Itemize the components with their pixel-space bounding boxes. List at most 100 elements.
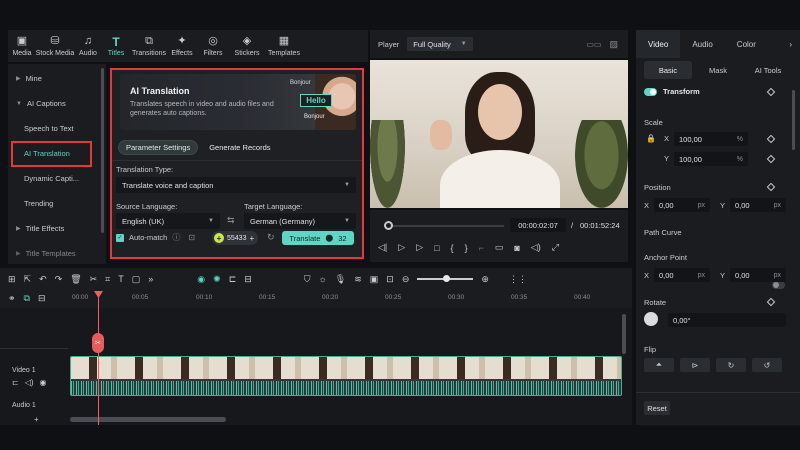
tool-stock-media[interactable]: ⛁ Stock Media bbox=[36, 30, 75, 62]
rotate-dial[interactable] bbox=[644, 312, 658, 326]
keyframe-diamond-icon[interactable] bbox=[766, 154, 776, 164]
keyframe-diamond-icon[interactable] bbox=[766, 134, 776, 144]
zoom-slider-knob[interactable] bbox=[443, 275, 451, 282]
camera-icon[interactable]: ◙ bbox=[514, 243, 519, 253]
tool-media[interactable]: ▣ Media bbox=[8, 30, 36, 62]
subtab-basic[interactable]: Basic bbox=[644, 61, 692, 79]
display-icon[interactable]: ▭ bbox=[495, 242, 504, 253]
swap-languages-icon[interactable]: ⇆ bbox=[227, 215, 235, 226]
automatch-checkbox[interactable]: ✓ bbox=[116, 233, 124, 242]
audio-mix-icon[interactable]: ≋ bbox=[354, 274, 362, 285]
snapshot-icon[interactable]: ▨ bbox=[609, 39, 618, 50]
scale-x-input[interactable]: 100,00% bbox=[674, 132, 748, 146]
quality-select[interactable]: Full Quality ▼ bbox=[407, 37, 473, 51]
layout-icon[interactable]: ⊡ bbox=[386, 274, 394, 285]
tool-audio[interactable]: ♫ Audio bbox=[74, 30, 102, 62]
marker-icon[interactable]: ⊟ bbox=[244, 274, 252, 285]
sidebar-item-mine[interactable]: ▶ Mine bbox=[8, 66, 106, 91]
anchor-y-input[interactable]: 0,00 px bbox=[730, 268, 786, 282]
compare-view-icon[interactable]: ▭▭ bbox=[586, 40, 601, 49]
volume-icon[interactable]: ◁) bbox=[531, 242, 541, 253]
scale-y-input[interactable]: 100,00% bbox=[674, 152, 748, 166]
add-track-icon[interactable]: + bbox=[34, 415, 39, 424]
fullscreen-icon[interactable]: ⤢ bbox=[552, 242, 559, 253]
rotate-input[interactable]: 0,00° bbox=[668, 313, 786, 327]
more-tabs-icon[interactable]: › bbox=[789, 40, 800, 49]
tab-audio[interactable]: Audio bbox=[680, 30, 724, 58]
track-manage-icon[interactable]: ⊟ bbox=[38, 293, 46, 304]
tool-effects[interactable]: ✦ Effects bbox=[168, 30, 196, 62]
path-curve-toggle[interactable] bbox=[772, 281, 785, 289]
eye-icon[interactable]: ◉ bbox=[40, 378, 47, 387]
stop-icon[interactable]: □ bbox=[434, 243, 439, 253]
rotate-left-button[interactable]: ↺ bbox=[752, 358, 782, 372]
tool-filters[interactable]: ◎ Filters bbox=[196, 30, 230, 62]
sun-icon[interactable]: ☼ bbox=[319, 274, 327, 284]
properties-scrollbar[interactable] bbox=[792, 90, 795, 150]
timeline-vertical-scrollbar[interactable] bbox=[622, 314, 626, 354]
grid-icon[interactable]: ⊞ bbox=[8, 274, 16, 285]
flip-vertical-button[interactable]: ⏶ bbox=[644, 358, 674, 372]
keyframe-diamond-icon[interactable] bbox=[766, 297, 776, 307]
undo-icon[interactable]: ↶ bbox=[39, 274, 47, 285]
sidebar-scrollbar[interactable] bbox=[101, 68, 104, 233]
progress-knob[interactable] bbox=[384, 221, 394, 230]
reset-button[interactable]: Reset bbox=[644, 401, 670, 415]
snap-icon[interactable]: ⌐ bbox=[479, 243, 484, 253]
crop-icon[interactable]: ⌗ bbox=[105, 274, 110, 285]
folder-icon[interactable]: ⊏ bbox=[12, 378, 19, 387]
tab-generate-records[interactable]: Generate Records bbox=[202, 140, 277, 155]
sidebar-item-ai-captions[interactable]: ▼ AI Captions bbox=[8, 91, 106, 116]
tool-titles[interactable]: T Titles bbox=[102, 30, 130, 62]
sidebar-item-dynamic-captions[interactable]: Dynamic Capti... bbox=[8, 166, 106, 191]
ai-effects-icon[interactable]: ✺ bbox=[213, 274, 221, 285]
tab-parameter-settings[interactable]: Parameter Settings bbox=[118, 140, 199, 155]
zoom-slider[interactable] bbox=[417, 275, 474, 282]
anchor-x-input[interactable]: 0,00 px bbox=[654, 268, 710, 282]
ai-enhance-icon[interactable]: ◉ bbox=[197, 274, 205, 285]
flip-horizontal-button[interactable]: ⊳ bbox=[680, 358, 710, 372]
timeline-horizontal-scrollbar[interactable] bbox=[70, 417, 226, 422]
split-marker[interactable]: ✂ bbox=[92, 333, 104, 353]
mark-out-icon[interactable]: } bbox=[465, 243, 468, 253]
video-preview[interactable] bbox=[370, 60, 628, 208]
tab-color[interactable]: Color bbox=[725, 30, 768, 58]
next-frame-icon[interactable]: ▷ bbox=[398, 242, 405, 253]
credits-badge[interactable]: + 55433 + bbox=[212, 231, 259, 245]
position-x-input[interactable]: 0,00 px bbox=[654, 198, 710, 212]
tool-templates[interactable]: ▦ Templates bbox=[264, 30, 304, 62]
playhead[interactable] bbox=[98, 291, 99, 425]
link-icon[interactable]: ⚭ bbox=[8, 293, 16, 304]
tool-stickers[interactable]: ◈ Stickers bbox=[230, 30, 264, 62]
microphone-icon[interactable]: 🎙 bbox=[335, 274, 346, 285]
delete-icon[interactable]: 🗑 bbox=[70, 274, 81, 285]
select-tool-icon[interactable]: ⇱ bbox=[24, 274, 32, 285]
mark-in-icon[interactable]: { bbox=[451, 243, 454, 253]
keyframe-diamond-icon[interactable] bbox=[766, 182, 776, 192]
tab-video[interactable]: Video bbox=[636, 30, 681, 58]
magnet-icon[interactable]: ⧉ bbox=[24, 293, 30, 304]
position-y-input[interactable]: 0,00 px bbox=[730, 198, 786, 212]
transform-toggle[interactable] bbox=[644, 87, 657, 96]
video-clip[interactable] bbox=[70, 356, 622, 396]
sidebar-item-title-templates[interactable]: ▶ Title Templates bbox=[8, 241, 106, 266]
zoom-in-icon[interactable]: ⊕ bbox=[481, 274, 489, 285]
refresh-icon[interactable]: ↻ bbox=[267, 232, 275, 243]
play-icon[interactable]: ▷ bbox=[416, 242, 423, 253]
previous-frame-icon[interactable]: ◁| bbox=[378, 242, 387, 253]
current-time-display[interactable]: 00:00:02:07 bbox=[510, 218, 566, 232]
sidebar-item-trending[interactable]: Trending bbox=[8, 191, 106, 216]
split-icon[interactable]: ✂ bbox=[90, 274, 98, 285]
redo-icon[interactable]: ↷ bbox=[55, 274, 63, 285]
sidebar-item-title-effects[interactable]: ▶ Title Effects bbox=[8, 216, 106, 241]
target-language-select[interactable]: German (Germany) ▼ bbox=[244, 213, 356, 229]
image-icon[interactable]: ▣ bbox=[370, 274, 379, 285]
subtab-mask[interactable]: Mask bbox=[694, 61, 742, 79]
ai-settings-icon[interactable]: ⊡ bbox=[188, 233, 195, 242]
lock-icon[interactable]: 🔒 bbox=[646, 134, 656, 143]
transform-icon[interactable]: ▢ bbox=[132, 274, 141, 285]
shield-icon[interactable]: ⛉ bbox=[304, 274, 311, 285]
help-icon[interactable]: ⓘ bbox=[172, 232, 180, 243]
sidebar-item-speech-to-text[interactable]: Speech to Text bbox=[8, 116, 106, 141]
speaker-icon[interactable]: ◁) bbox=[25, 378, 34, 387]
